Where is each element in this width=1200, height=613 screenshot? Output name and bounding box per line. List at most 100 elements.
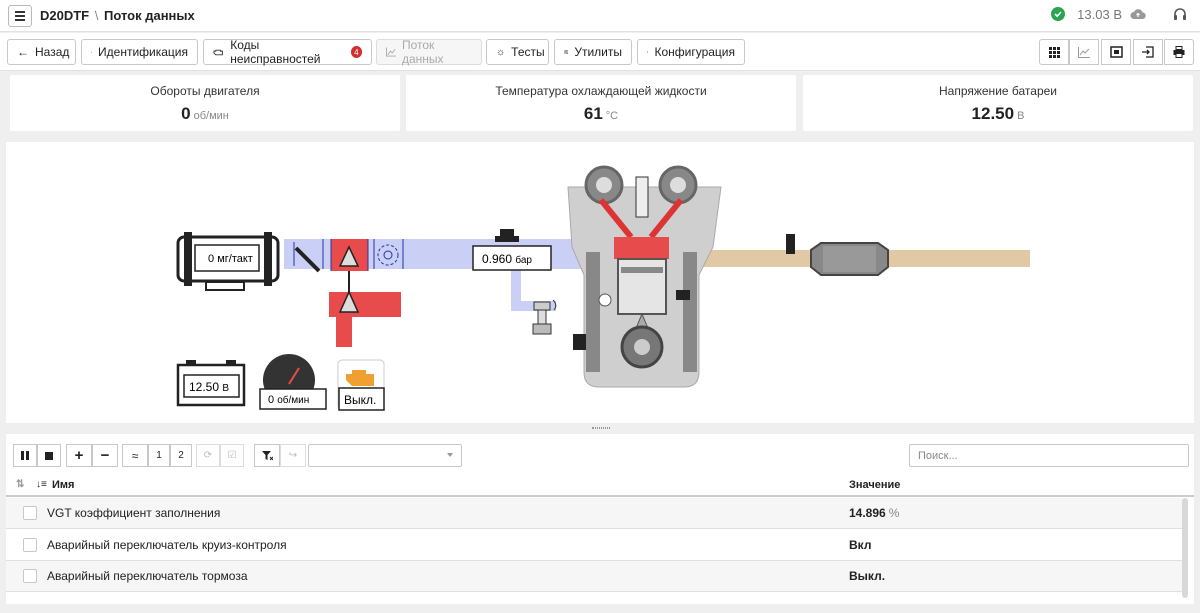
table-header: ⇅ ↓≡ Имя Значение: [6, 474, 1194, 497]
page-title: D20DTF \ Поток данных: [40, 8, 195, 23]
page-name: Поток данных: [104, 8, 195, 23]
row-name: Аварийный переключатель круиз-контроля: [47, 538, 287, 552]
remove-button[interactable]: −: [92, 444, 118, 467]
cloud-upload-icon[interactable]: [1130, 6, 1146, 22]
pause-icon: [21, 451, 29, 460]
row-value: Вкл: [849, 538, 872, 552]
battery-readout: 12.50 В: [189, 380, 229, 394]
maf-unit: мг/такт: [217, 253, 253, 265]
add-button[interactable]: +: [66, 444, 92, 467]
check-all-button[interactable]: ☑: [220, 444, 244, 467]
vehicle-name: D20DTF: [40, 8, 90, 23]
gauge-value-row: 12.50 В: [803, 104, 1193, 124]
boost-unit: бар: [515, 254, 532, 266]
table-row[interactable]: Аварийный переключатель круиз-контроля В…: [6, 530, 1182, 561]
title-separator: \: [94, 8, 99, 23]
print-button[interactable]: [1164, 39, 1194, 65]
gauge-unit: °C: [605, 110, 619, 122]
gauge-value: 0: [181, 104, 191, 123]
data-stream-label: Поток данных: [401, 38, 444, 66]
row-checkbox[interactable]: [23, 538, 37, 552]
export-button[interactable]: [1133, 39, 1163, 65]
row-checkbox[interactable]: [23, 569, 37, 583]
pause-button[interactable]: [13, 444, 37, 467]
gauge-label: Напряжение батареи: [938, 84, 1057, 98]
frame-icon: [1109, 46, 1123, 58]
row-value-cell: 14.896%: [849, 506, 899, 520]
tests-button[interactable]: ☼ Тесты: [486, 39, 549, 65]
utilities-button[interactable]: Утилиты: [554, 39, 632, 65]
gauge-value-row: 0 об/мин: [10, 104, 400, 124]
plus-icon: +: [74, 447, 84, 464]
table-scrollbar[interactable]: [1182, 498, 1188, 598]
sort-desc-icon[interactable]: ↓≡: [36, 479, 47, 490]
battery-unit: В: [222, 383, 229, 394]
gauge-unit: об/мин: [193, 110, 229, 122]
data-stream-button[interactable]: Поток данных: [376, 38, 482, 66]
sliders-icon: [564, 50, 569, 54]
grid-icon: [1048, 46, 1060, 58]
panel-splitter[interactable]: [0, 424, 1200, 432]
back-button-label: Назад: [35, 45, 70, 59]
table-row[interactable]: Аварийный переключатель тормоза Выкл.: [6, 561, 1182, 592]
graph-view-button[interactable]: [1069, 39, 1099, 65]
bulb-icon: ☼: [496, 46, 506, 58]
grid-view-button[interactable]: [1039, 39, 1069, 65]
refresh-button[interactable]: ⟳: [196, 444, 220, 467]
approx-icon: ≈: [131, 448, 139, 463]
column-name-header[interactable]: Имя: [52, 479, 74, 491]
mil-status: Выкл.: [344, 393, 376, 407]
boost-value: 0.960: [482, 252, 512, 266]
stop-button[interactable]: [37, 444, 61, 467]
sort-toggle-icon[interactable]: ⇅: [16, 479, 24, 490]
table-row[interactable]: VGT коэффициент заполнения 14.896%: [6, 498, 1182, 529]
row-value-cell: Вкл: [849, 538, 874, 552]
checkbox-icon: ☑: [227, 450, 237, 461]
filter-clear-button[interactable]: [254, 444, 280, 467]
app-header: D20DTF \ Поток данных 13.03 В: [0, 0, 1200, 32]
page-2-button[interactable]: 2: [170, 444, 192, 467]
engine-block-icon: [567, 165, 722, 388]
gauge-unit: В: [1017, 110, 1025, 122]
config-engine-icon: [647, 51, 649, 53]
row-name: VGT коэффициент заполнения: [47, 506, 221, 520]
gauge-coolant-temp: Температура охлаждающей жидкости 61 °C: [406, 75, 796, 131]
print-icon: [1173, 46, 1185, 58]
row-checkbox[interactable]: [23, 506, 37, 520]
id-card-icon: [91, 51, 93, 53]
data-panel: + − ≈ 1 2 ⟳ ☑ ↪ ⇅ ↓≡ Имя Значение VGT ко…: [6, 434, 1194, 604]
fault-codes-button[interactable]: Коды неисправностей 4: [203, 38, 372, 66]
redirect-icon: ↪: [288, 450, 298, 461]
configuration-button[interactable]: Конфигурация: [637, 39, 745, 65]
chart-icon: [386, 47, 396, 57]
fault-count-badge: 4: [350, 46, 363, 58]
back-button[interactable]: ← Назад: [7, 39, 76, 65]
boost-sensor-icon: [495, 229, 519, 242]
utilities-label: Утилиты: [574, 45, 622, 59]
identification-button[interactable]: Идентификация: [81, 39, 198, 65]
column-value-header[interactable]: Значение: [849, 479, 900, 491]
gauge-label: Температура охлаждающей жидкости: [495, 84, 707, 98]
compare-button[interactable]: ≈: [122, 444, 148, 467]
page-1-label: 1: [156, 450, 162, 461]
page-2-label: 2: [178, 450, 184, 461]
engine-diagram: 0 мг/такт 0.960 бар 12.50 В 0 об/мин Вык…: [6, 142, 1194, 423]
support-headset-icon[interactable]: [1172, 6, 1188, 22]
page-1-button[interactable]: 1: [148, 444, 170, 467]
gauge-value: 61: [583, 104, 603, 123]
refresh-icon: ⟳: [203, 450, 213, 461]
search-input[interactable]: [909, 444, 1189, 467]
row-name: Аварийный переключатель тормоза: [47, 569, 248, 583]
diagram-view-button[interactable]: [1101, 39, 1131, 65]
parameter-group-select[interactable]: [308, 444, 462, 467]
arrow-left-icon: ←: [17, 45, 29, 59]
rpm-unit: об/мин: [277, 394, 309, 406]
redirect-button[interactable]: ↪: [280, 444, 306, 467]
tests-label: Тесты: [511, 45, 545, 59]
row-value: 14.896: [849, 506, 886, 520]
export-icon: [1142, 46, 1154, 58]
battery-voltage-label: 13.03 В: [1077, 6, 1122, 22]
gauge-engine-rpm: Обороты двигателя 0 об/мин: [10, 75, 400, 131]
gauge-value-row: 61 °C: [406, 104, 796, 124]
menu-button[interactable]: [8, 5, 32, 27]
